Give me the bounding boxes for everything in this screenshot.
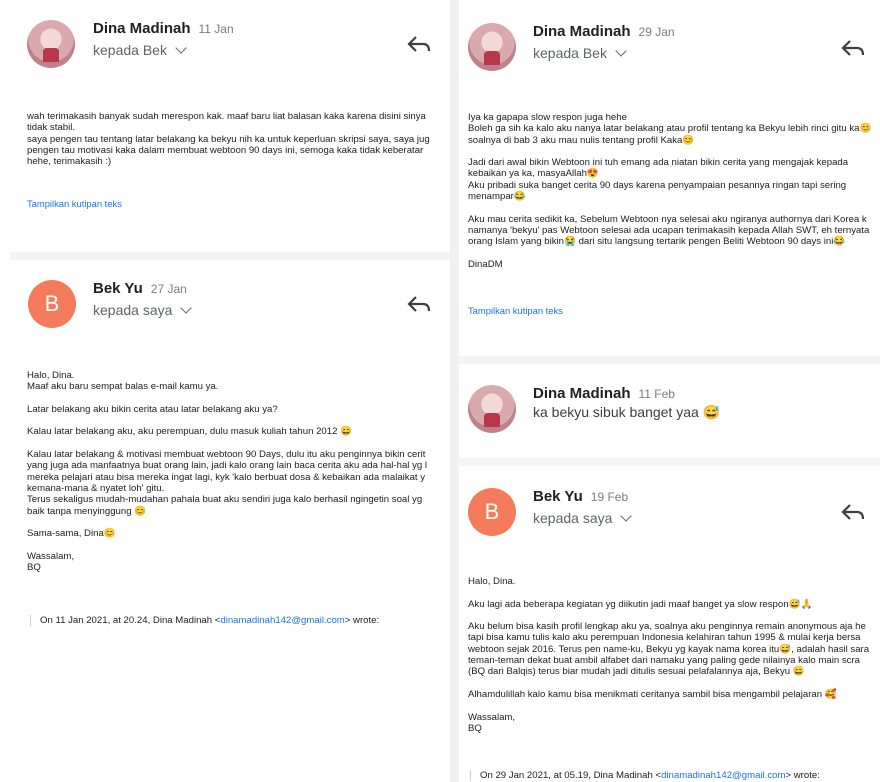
sender-avatar[interactable] bbox=[468, 23, 516, 71]
sender-name-text: Bek Yu bbox=[533, 488, 583, 505]
email-date: 19 Feb bbox=[590, 490, 629, 504]
chevron-down-icon[interactable] bbox=[175, 42, 187, 54]
email-date: 27 Jan bbox=[150, 282, 187, 296]
quote-suffix: > wrote: bbox=[785, 770, 820, 781]
sender-name-text: Dina Madinah bbox=[533, 23, 631, 40]
quote-suffix: > wrote: bbox=[344, 615, 380, 626]
show-quoted-text-link[interactable]: Tampilkan kutipan teks bbox=[468, 305, 563, 316]
sender-name: Dina Madinah 11 Feb bbox=[533, 385, 675, 402]
sender-name: Dina Madinah 11 Jan bbox=[93, 20, 234, 37]
sender-avatar[interactable] bbox=[27, 20, 75, 68]
email-body: Halo, Dina. Aku lagi ada beberapa kegiat… bbox=[468, 576, 870, 734]
chevron-down-icon[interactable] bbox=[620, 510, 633, 522]
reply-arrow-icon[interactable] bbox=[406, 294, 432, 314]
quoted-header: On 11 Jan 2021, at 20.24, Dina Madinah <… bbox=[30, 615, 379, 626]
recipient-line[interactable]: kepada Bek bbox=[93, 42, 187, 58]
sender-name: Dina Madinah 29 Jan bbox=[533, 23, 675, 40]
reply-arrow-icon[interactable] bbox=[840, 38, 866, 58]
panel-divider bbox=[450, 0, 459, 782]
avatar-letter: B bbox=[44, 291, 60, 316]
quote-prefix: On 11 Jan 2021, at 20.24, Dina Madinah < bbox=[40, 615, 221, 626]
email-body: Halo, Dina. Maaf aku baru sempat balas e… bbox=[27, 370, 428, 574]
email-date: 11 Jan bbox=[198, 22, 234, 36]
sender-name: Bek Yu 19 Feb bbox=[533, 488, 628, 505]
quoted-header: On 29 Jan 2021, at 05.19, Dina Madinah <… bbox=[470, 770, 820, 781]
sender-avatar[interactable] bbox=[468, 385, 516, 433]
email-date: 29 Jan bbox=[638, 25, 675, 39]
right-panel: Dina Madinah 29 Jan kepada Bek Iya ka gap… bbox=[459, 0, 880, 782]
email-body: Iya ka gapapa slow respon juga hehe Bole… bbox=[468, 112, 872, 270]
recipient-text: kepada Bek bbox=[533, 45, 607, 61]
reply-arrow-icon[interactable] bbox=[406, 34, 432, 54]
sender-avatar[interactable]: B bbox=[468, 488, 516, 536]
quote-email-link[interactable]: dinamadinah142@gmail.com bbox=[220, 615, 344, 626]
email-date: 11 Feb bbox=[638, 387, 675, 401]
recipient-line[interactable]: kepada saya bbox=[533, 510, 633, 526]
recipient-text: kepada Bek bbox=[93, 42, 167, 58]
recipient-text: kepada saya bbox=[533, 510, 613, 526]
chevron-down-icon[interactable] bbox=[615, 45, 627, 57]
reply-arrow-icon[interactable] bbox=[840, 502, 866, 522]
recipient-text: kepada saya bbox=[93, 302, 173, 318]
sender-name-text: Bek Yu bbox=[93, 280, 143, 297]
recipient-line[interactable]: kepada saya bbox=[93, 302, 193, 318]
message-snippet: ka bekyu sibuk banget yaa 😅 bbox=[533, 404, 721, 420]
message-separator bbox=[459, 356, 880, 364]
sender-name-text: Dina Madinah bbox=[93, 20, 191, 37]
sender-avatar[interactable]: B bbox=[28, 280, 76, 328]
message-separator bbox=[10, 252, 450, 260]
left-panel: Dina Madinah 11 Jan kepada Bek wah terima… bbox=[0, 0, 450, 782]
avatar-letter: B bbox=[484, 499, 500, 524]
email-body: wah terimakasih banyak sudah merespon ka… bbox=[27, 111, 430, 168]
chevron-down-icon[interactable] bbox=[180, 302, 193, 314]
quote-email-link[interactable]: dinamadinah142@gmail.com bbox=[661, 770, 785, 781]
message-separator bbox=[459, 458, 880, 466]
recipient-line[interactable]: kepada Bek bbox=[533, 45, 627, 61]
quote-prefix: On 29 Jan 2021, at 05.19, Dina Madinah < bbox=[480, 770, 662, 781]
sender-name-text: Dina Madinah bbox=[533, 385, 631, 402]
show-quoted-text-link[interactable]: Tampilkan kutipan teks bbox=[27, 198, 122, 209]
sender-name: Bek Yu 27 Jan bbox=[93, 280, 187, 297]
